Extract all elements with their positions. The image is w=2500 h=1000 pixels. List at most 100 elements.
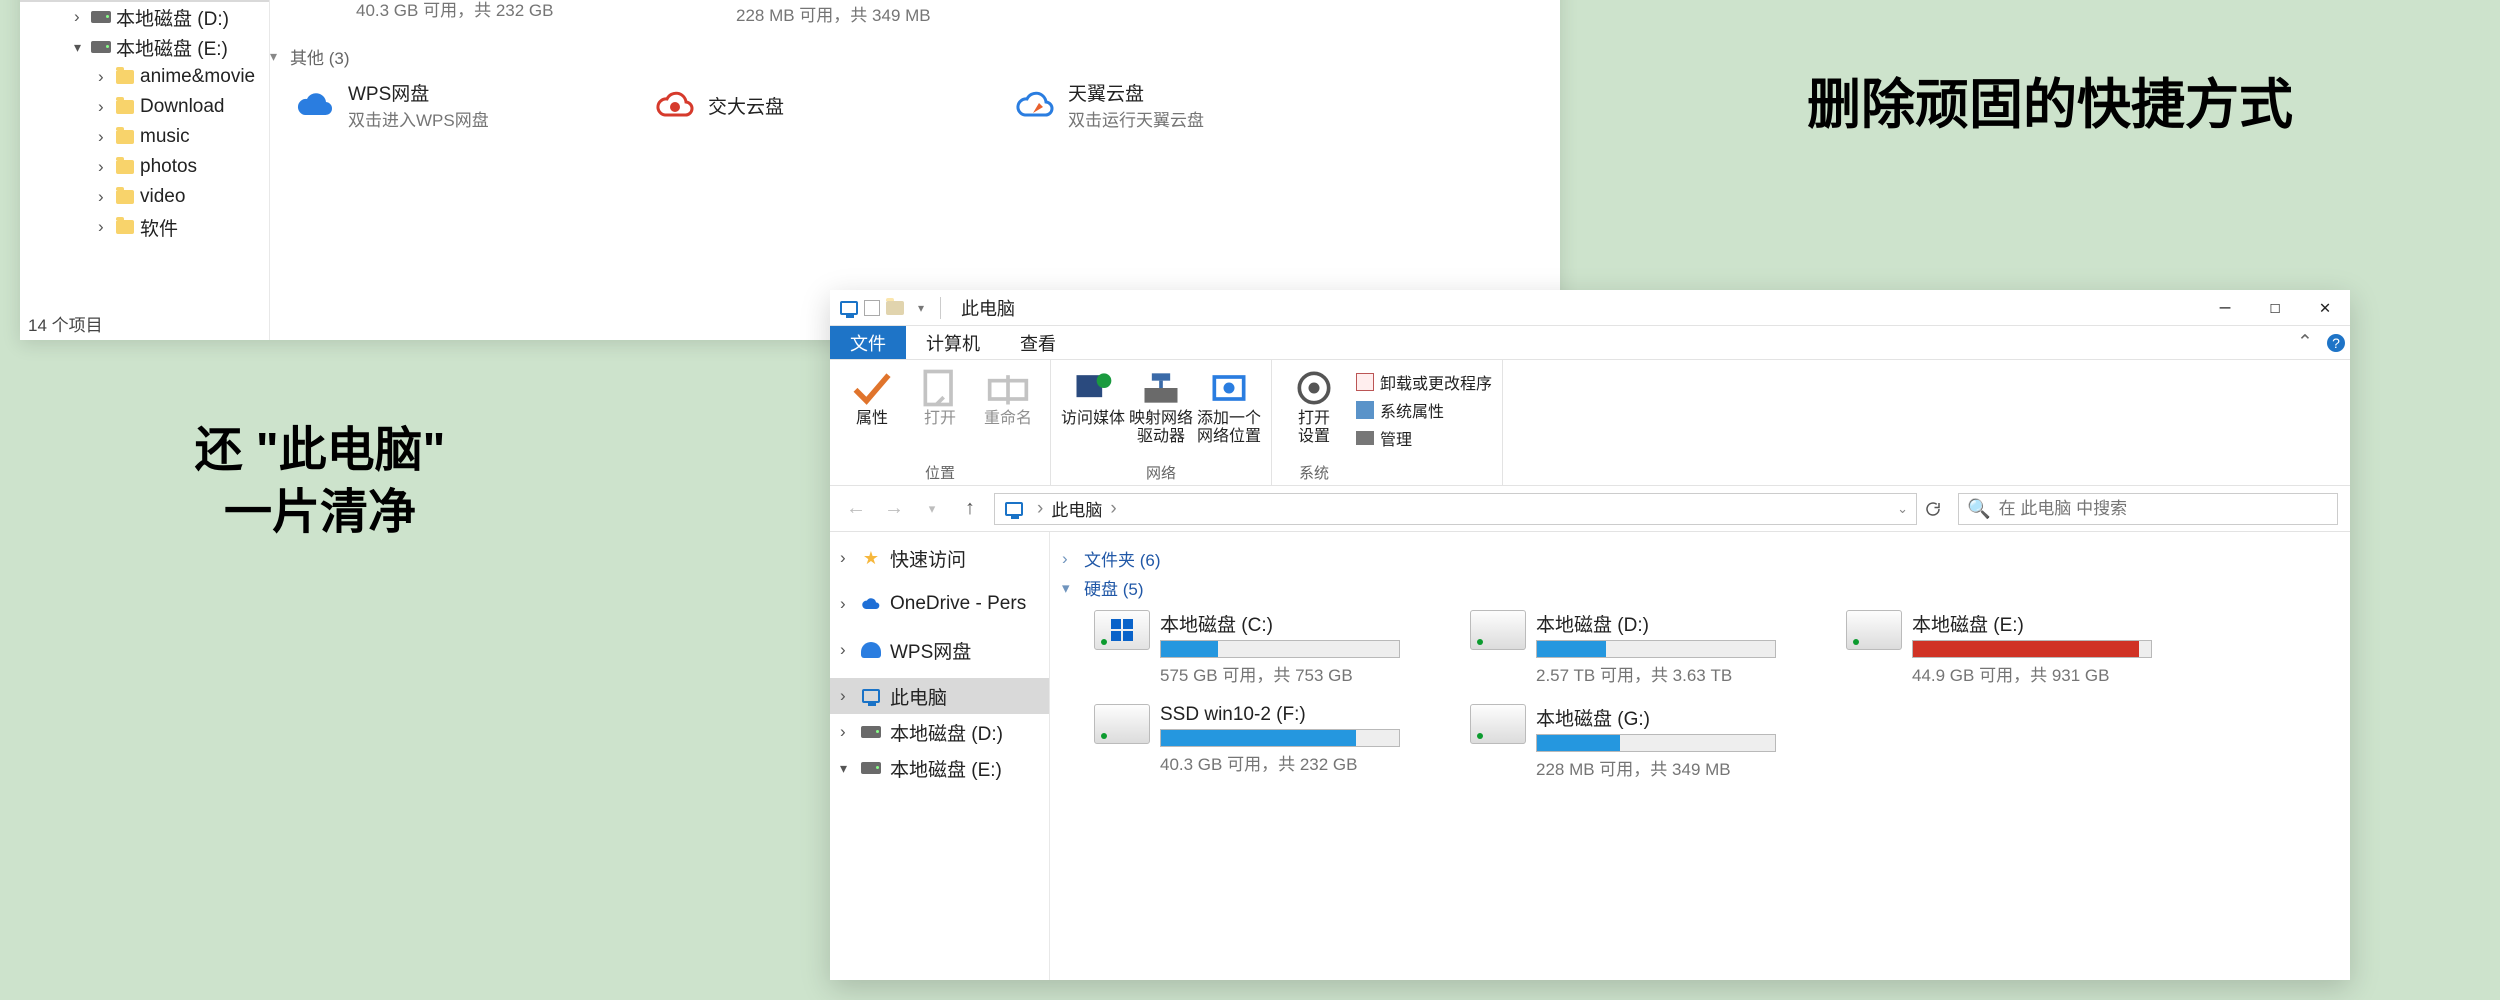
tree-item[interactable]: 本地磁盘 (D:) (20, 2, 269, 32)
chevron-right-icon[interactable] (98, 187, 114, 207)
tab-view[interactable]: 查看 (1000, 326, 1076, 359)
ribbon-map-drive[interactable]: 映射网络 驱动器 (1129, 366, 1193, 445)
sidebar: WPS网盘此电脑本地磁盘 (D:)本地磁盘 (E:)anime&movieDow… (20, 0, 270, 340)
shortcut-meta: 双击运行天翼云盘 (1068, 106, 1204, 131)
usage-bar (1536, 734, 1776, 752)
ribbon-manage[interactable]: 管理 (1356, 426, 1492, 450)
group-header-folders[interactable]: 文件夹 (6) (1062, 546, 2332, 571)
chevron-right-icon[interactable] (98, 97, 114, 117)
drive-tile[interactable]: 本地磁盘 (D:)2.57 TB 可用，共 3.63 TB (1470, 610, 1830, 686)
chevron-down-icon[interactable] (74, 39, 90, 56)
tree-item-label: Download (140, 96, 225, 118)
nav-item-label: OneDrive - Pers (890, 593, 1026, 615)
nav-recent-icon[interactable]: ▾ (918, 495, 946, 523)
chevron-right-icon[interactable] (840, 548, 856, 568)
pc-icon (860, 685, 882, 707)
tree-item[interactable]: music (20, 122, 269, 152)
ribbon-sysprops[interactable]: 系统属性 (1356, 398, 1492, 422)
tree-item[interactable]: 软件 (20, 212, 269, 242)
breadcrumb[interactable]: 此电脑 (1051, 496, 1102, 521)
shortcut-tile[interactable]: 天翼云盘双击运行天翼云盘 (1010, 79, 1370, 131)
shortcut-tile[interactable]: WPS网盘双击进入WPS网盘 (290, 79, 650, 131)
drive-tile[interactable]: SSD win10-2 (F:)40.3 GB 可用，共 232 GB (290, 0, 670, 21)
status-bar: 14 个项目 (28, 311, 103, 336)
chevron-right-icon[interactable] (74, 7, 90, 27)
titlebar: ▾ 此电脑 — ☐ ✕ (830, 290, 2350, 326)
ribbon-properties[interactable]: 属性 (840, 366, 904, 428)
add-location-icon (1207, 366, 1251, 410)
ribbon: 属性 打开 重命名 位置 访问媒体 (830, 360, 2350, 486)
chevron-right-icon[interactable] (840, 640, 856, 660)
ribbon-label: 系统属性 (1380, 398, 1444, 422)
chevron-right-icon[interactable] (98, 217, 114, 237)
drive-tile[interactable]: 本地磁盘 (G:)228 MB 可用，共 349 MB (1470, 704, 1830, 780)
tree-item[interactable]: Download (20, 92, 269, 122)
os-drive-icon (1094, 610, 1150, 650)
address-dropdown-icon[interactable]: ⌄ (1897, 501, 1908, 517)
drive-tile[interactable]: SSD win10-2 (F:)40.3 GB 可用，共 232 GB (1094, 704, 1454, 780)
search-icon: 🔍 (1967, 497, 1991, 521)
tree-item[interactable]: 本地磁盘 (E:) (20, 32, 269, 62)
search-box[interactable]: 🔍 (1958, 493, 2338, 525)
help-button[interactable]: ? (2322, 326, 2350, 359)
nav-item[interactable]: ★快速访问 (830, 540, 1049, 576)
chevron-right-icon[interactable] (840, 686, 856, 706)
tab-file[interactable]: 文件 (830, 326, 906, 359)
chevron-right-icon[interactable] (840, 594, 856, 614)
qat-dropdown-icon[interactable]: ▾ (910, 297, 932, 319)
ribbon-media[interactable]: 访问媒体 (1061, 366, 1125, 445)
drive-name: SSD win10-2 (F:) (1160, 704, 1454, 726)
nav-item[interactable]: WPS网盘 (830, 632, 1049, 668)
folder-icon (114, 216, 136, 238)
checkmark-icon (850, 366, 894, 410)
nav-item[interactable]: 本地磁盘 (D:) (830, 714, 1049, 750)
drive-meta: 40.3 GB 可用，共 232 GB (356, 0, 670, 21)
minimize-button[interactable]: — (2200, 290, 2250, 326)
group-header-drives[interactable]: 硬盘 (5) (1062, 575, 2332, 600)
main-pane: SSD win10-2 (F:)40.3 GB 可用，共 232 GB本地磁盘 … (280, 0, 1560, 340)
chevron-down-icon (270, 48, 286, 65)
chevron-right-icon[interactable] (98, 157, 114, 177)
nav-item[interactable]: OneDrive - Pers (830, 586, 1049, 622)
chevron-right-icon[interactable] (840, 722, 856, 742)
tree-item[interactable]: anime&movie (20, 62, 269, 92)
close-button[interactable]: ✕ (2300, 290, 2350, 326)
search-input[interactable] (1999, 499, 2329, 519)
ribbon-group-label: 位置 (925, 458, 955, 483)
address-box[interactable]: › 此电脑 › ⌄ (994, 493, 1917, 525)
cloud-icon (860, 593, 882, 615)
folder-icon (114, 96, 136, 118)
maximize-button[interactable]: ☐ (2250, 290, 2300, 326)
qat-folder-icon[interactable] (884, 297, 906, 319)
ribbon-uninstall[interactable]: 卸载或更改程序 (1356, 370, 1492, 394)
breadcrumb-sep-icon[interactable]: › (1110, 498, 1116, 520)
chevron-down-icon[interactable] (840, 760, 856, 777)
refresh-button[interactable] (1916, 493, 1948, 525)
folder-icon (114, 66, 136, 88)
chevron-right-icon[interactable] (98, 67, 114, 87)
cloud-icon (650, 85, 700, 125)
drive-tile[interactable]: 本地磁盘 (C:)575 GB 可用，共 753 GB (1094, 610, 1454, 686)
nav-item-label: 本地磁盘 (E:) (890, 755, 1002, 782)
ribbon-open-settings[interactable]: 打开 设置 (1282, 366, 1346, 445)
nav-item[interactable]: 本地磁盘 (E:) (830, 750, 1049, 786)
qat-checkbox-icon[interactable] (864, 300, 880, 316)
drive-tile[interactable]: 本地磁盘 (G:)228 MB 可用，共 349 MB (670, 0, 1050, 26)
wps-icon (860, 639, 882, 661)
nav-item[interactable]: 此电脑 (830, 678, 1049, 714)
tree-item[interactable]: photos (20, 152, 269, 182)
tab-computer[interactable]: 计算机 (906, 326, 1000, 359)
shortcut-name: 天翼云盘 (1068, 79, 1204, 106)
drives-row: SSD win10-2 (F:)40.3 GB 可用，共 232 GB本地磁盘 … (290, 0, 1550, 32)
nav-up-button[interactable]: ↑ (956, 495, 984, 523)
group-header-others[interactable]: 其他 (3) (270, 44, 1550, 69)
shortcut-tile[interactable]: 交大云盘 (650, 85, 1010, 125)
shortcut-name: WPS网盘 (348, 79, 489, 106)
drive-icon (90, 36, 112, 58)
ribbon-collapse-icon[interactable]: ⌃ (2288, 326, 2322, 359)
tree-item[interactable]: video (20, 182, 269, 212)
chevron-right-icon[interactable] (98, 127, 114, 147)
ribbon-add-location[interactable]: 添加一个 网络位置 (1197, 366, 1261, 445)
ribbon-group-network: 访问媒体 映射网络 驱动器 添加一个 网络位置 网络 (1051, 360, 1272, 485)
drive-tile[interactable]: 本地磁盘 (E:)44.9 GB 可用，共 931 GB (1846, 610, 2206, 686)
